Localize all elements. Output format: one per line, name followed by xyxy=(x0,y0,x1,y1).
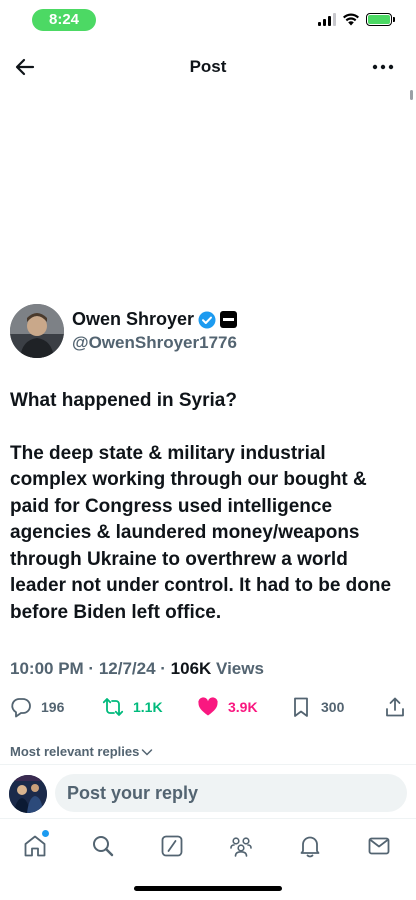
divider xyxy=(0,764,416,765)
views-count[interactable]: 106K xyxy=(171,659,212,678)
status-bar: 8:24 xyxy=(0,0,416,44)
bookmark-icon xyxy=(294,697,308,717)
nav-search[interactable] xyxy=(90,833,116,859)
avatar-image xyxy=(10,304,64,358)
share-button[interactable] xyxy=(384,696,406,718)
wifi-icon xyxy=(343,13,359,26)
share-icon xyxy=(386,697,404,717)
nav-messages[interactable] xyxy=(366,833,392,859)
replies-sort-dropdown[interactable]: Most relevant replies xyxy=(10,744,153,759)
repost-button[interactable]: 1.1K xyxy=(102,696,163,718)
views-label: Views xyxy=(216,659,264,678)
post-date: 12/7/24 xyxy=(98,659,156,678)
author-name[interactable]: Owen Shroyer xyxy=(72,309,194,330)
bookmark-button[interactable]: 300 xyxy=(290,696,344,718)
battery-charging-icon xyxy=(366,12,395,26)
post-time: 10:00 PM xyxy=(10,659,84,678)
reply-input[interactable]: Post your reply xyxy=(55,774,407,812)
home-indicator[interactable] xyxy=(134,886,282,891)
notification-dot xyxy=(42,830,49,837)
bookmark-count: 300 xyxy=(321,699,345,715)
reply-count: 196 xyxy=(41,699,65,715)
scrollbar[interactable] xyxy=(410,90,413,100)
more-options-icon[interactable] xyxy=(370,56,396,78)
replies-sort-label: Most relevant replies xyxy=(10,744,140,759)
page-title: Post xyxy=(189,57,227,76)
current-user-avatar-image xyxy=(9,775,47,813)
reply-button[interactable]: 196 xyxy=(10,696,64,718)
messages-icon xyxy=(368,837,390,855)
status-icons xyxy=(318,12,395,26)
heart-icon xyxy=(198,697,218,716)
post-paragraph: The deep state & military industrial com… xyxy=(10,442,392,623)
notifications-icon xyxy=(300,836,320,858)
reply-composer: Post your reply xyxy=(0,770,416,816)
like-count: 3.9K xyxy=(228,699,258,715)
communities-icon xyxy=(230,837,252,857)
bottom-nav xyxy=(0,818,416,870)
nav-notifications[interactable] xyxy=(297,833,323,859)
post-meta: 10:00 PM · 12/7/24 · 106K Views xyxy=(10,659,264,678)
chevron-down-icon xyxy=(142,748,153,756)
reply-icon xyxy=(11,698,31,718)
affiliate-badge-icon[interactable] xyxy=(220,311,238,328)
post-paragraph: What happened in Syria? xyxy=(10,390,237,411)
avatar[interactable] xyxy=(10,304,64,358)
author-handle[interactable]: @OwenShroyer1776 xyxy=(72,333,237,353)
cellular-signal-icon xyxy=(318,12,336,26)
current-user-avatar[interactable] xyxy=(9,775,47,813)
post-author[interactable]: Owen Shroyer @OwenShroyer1776 xyxy=(10,304,406,360)
like-button[interactable]: 3.9K xyxy=(197,696,258,718)
post-text: What happened in Syria? The deep state &… xyxy=(10,388,406,626)
search-icon xyxy=(93,836,114,857)
action-bar: 196 1.1K 3.9K 300 xyxy=(10,696,406,722)
author-name-row: Owen Shroyer xyxy=(72,309,238,330)
verified-badge-icon xyxy=(198,311,216,328)
nav-home[interactable] xyxy=(22,830,49,859)
repost-icon xyxy=(102,698,124,716)
nav-communities[interactable] xyxy=(228,833,254,859)
grok-icon xyxy=(161,835,183,857)
nav-grok[interactable] xyxy=(159,833,185,859)
status-time: 8:24 xyxy=(32,9,96,31)
header: Post xyxy=(0,44,416,90)
repost-count: 1.1K xyxy=(133,699,163,715)
